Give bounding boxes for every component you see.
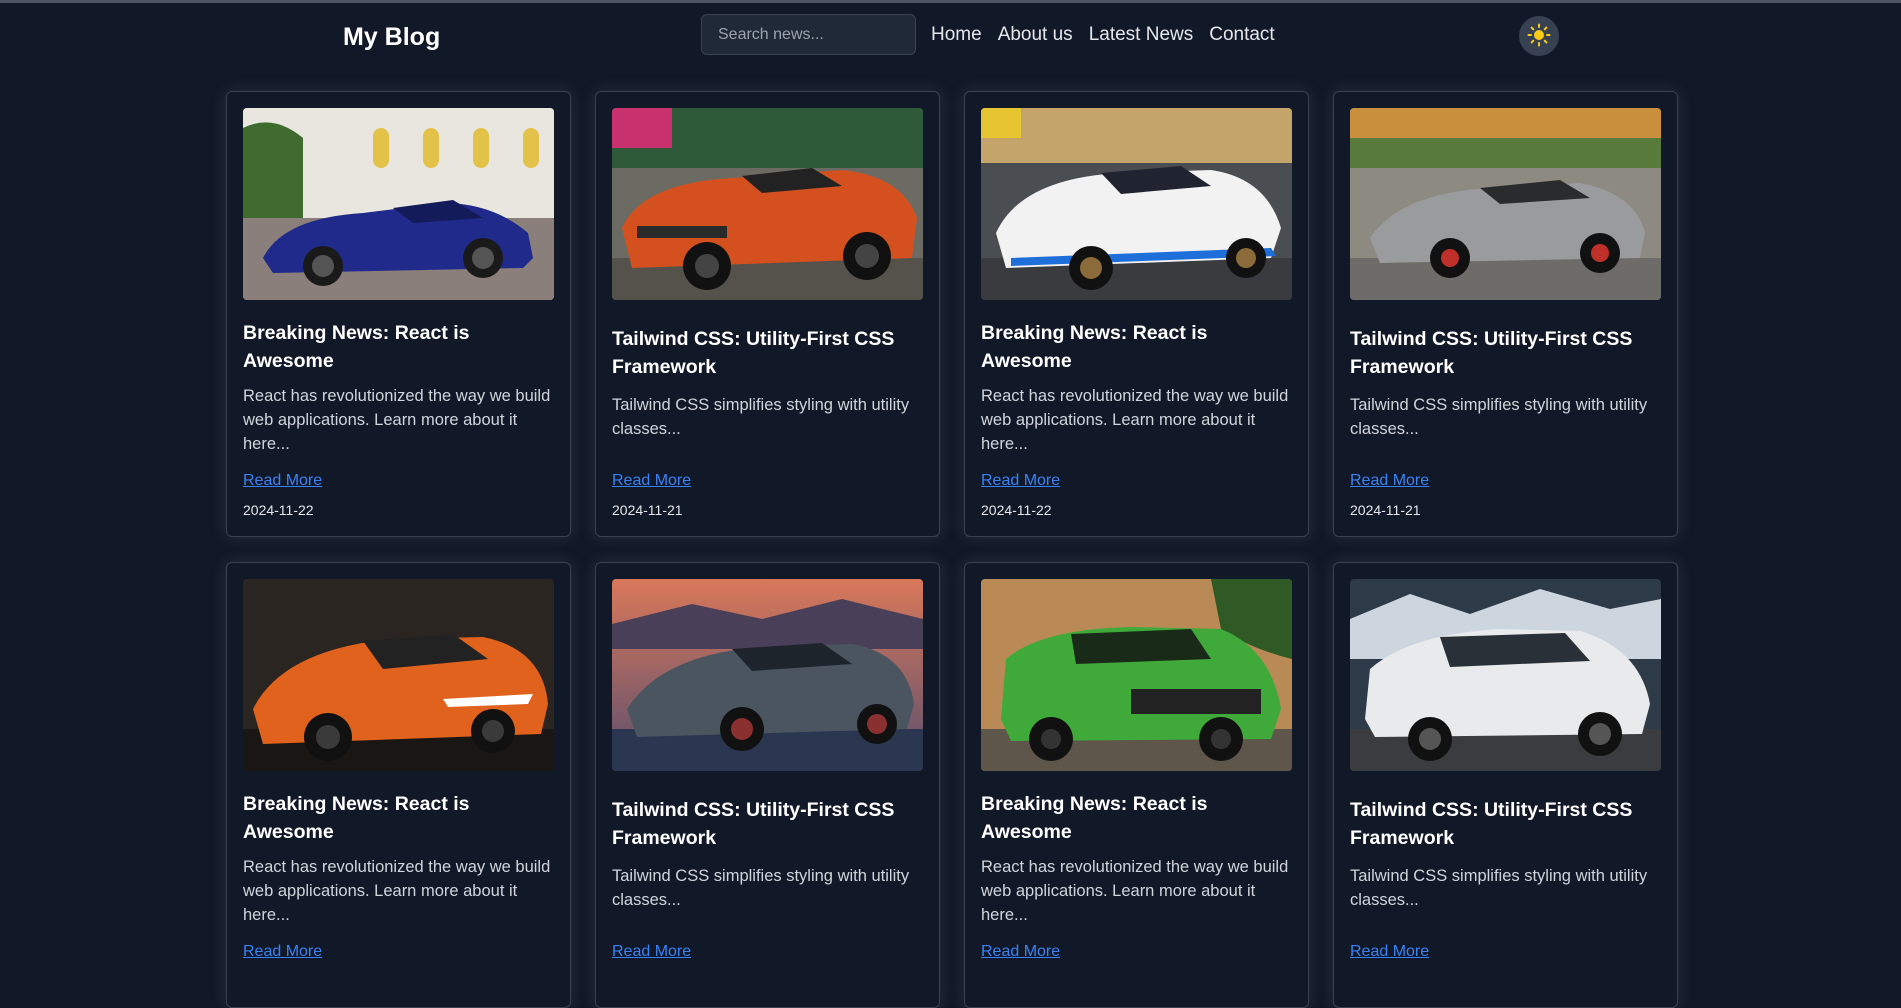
card-date: 2024-11-22 (981, 502, 1052, 518)
theme-toggle-button[interactable] (1519, 16, 1559, 56)
news-card: Breaking News: React is Awesome React ha… (226, 91, 571, 537)
card-summary: React has revolutionized the way we buil… (243, 858, 551, 924)
card-date: 2024-11-22 (243, 502, 314, 518)
card-title: Breaking News: React is Awesome (981, 322, 1208, 372)
read-more-link[interactable]: Read More (243, 943, 322, 961)
card-image[interactable] (981, 579, 1292, 771)
news-card: Breaking News: React is Awesome React ha… (964, 91, 1309, 537)
card-image[interactable] (612, 579, 923, 771)
card-summary: React has revolutionized the way we buil… (243, 387, 551, 453)
card-image[interactable] (243, 579, 554, 771)
card-image[interactable] (1350, 108, 1661, 300)
card-summary: Tailwind CSS simplifies styling with uti… (1350, 396, 1648, 438)
card-image[interactable] (981, 108, 1292, 300)
site-header: My Blog Home About us Latest News Contac… (0, 3, 1901, 67)
card-title: Tailwind CSS: Utility-First CSS Framewor… (1350, 799, 1633, 849)
nav-home[interactable]: Home (931, 24, 982, 46)
card-summary: React has revolutionized the way we buil… (981, 858, 1289, 924)
news-grid: Breaking News: React is Awesome React ha… (226, 91, 1678, 1008)
news-card: Tailwind CSS: Utility-First CSS Framewor… (1333, 91, 1678, 537)
card-summary: Tailwind CSS simplifies styling with uti… (612, 396, 910, 438)
nav-about-us[interactable]: About us (998, 24, 1073, 46)
nav-latest-news[interactable]: Latest News (1089, 24, 1194, 46)
card-image[interactable] (1350, 579, 1661, 771)
site-logo[interactable]: My Blog (343, 23, 440, 52)
nav-contact[interactable]: Contact (1209, 24, 1274, 46)
card-image[interactable] (612, 108, 923, 300)
search-input[interactable] (701, 14, 916, 55)
card-date: 2024-11-21 (1350, 502, 1421, 518)
card-summary: React has revolutionized the way we buil… (981, 387, 1289, 453)
news-card: Breaking News: React is Awesome React ha… (964, 562, 1309, 1008)
read-more-link[interactable]: Read More (1350, 472, 1429, 490)
read-more-link[interactable]: Read More (612, 943, 691, 961)
card-title: Tailwind CSS: Utility-First CSS Framewor… (612, 799, 895, 849)
main-nav: Home About us Latest News Contact (931, 24, 1275, 46)
card-title: Tailwind CSS: Utility-First CSS Framewor… (612, 328, 895, 378)
card-title: Breaking News: React is Awesome (243, 793, 470, 843)
news-card: Breaking News: React is Awesome React ha… (226, 562, 571, 1008)
read-more-link[interactable]: Read More (612, 472, 691, 490)
read-more-link[interactable]: Read More (1350, 943, 1429, 961)
card-title: Breaking News: React is Awesome (243, 322, 470, 372)
news-card: Tailwind CSS: Utility-First CSS Framewor… (595, 562, 940, 1008)
card-title: Breaking News: React is Awesome (981, 793, 1208, 843)
card-title: Tailwind CSS: Utility-First CSS Framewor… (1350, 328, 1633, 378)
read-more-link[interactable]: Read More (243, 472, 322, 490)
news-card: Tailwind CSS: Utility-First CSS Framewor… (595, 91, 940, 537)
card-summary: Tailwind CSS simplifies styling with uti… (1350, 867, 1648, 909)
news-card: Tailwind CSS: Utility-First CSS Framewor… (1333, 562, 1678, 1008)
card-summary: Tailwind CSS simplifies styling with uti… (612, 867, 910, 909)
sun-icon (1527, 23, 1551, 50)
card-date: 2024-11-21 (612, 502, 683, 518)
read-more-link[interactable]: Read More (981, 943, 1060, 961)
card-image[interactable] (243, 108, 554, 300)
read-more-link[interactable]: Read More (981, 472, 1060, 490)
